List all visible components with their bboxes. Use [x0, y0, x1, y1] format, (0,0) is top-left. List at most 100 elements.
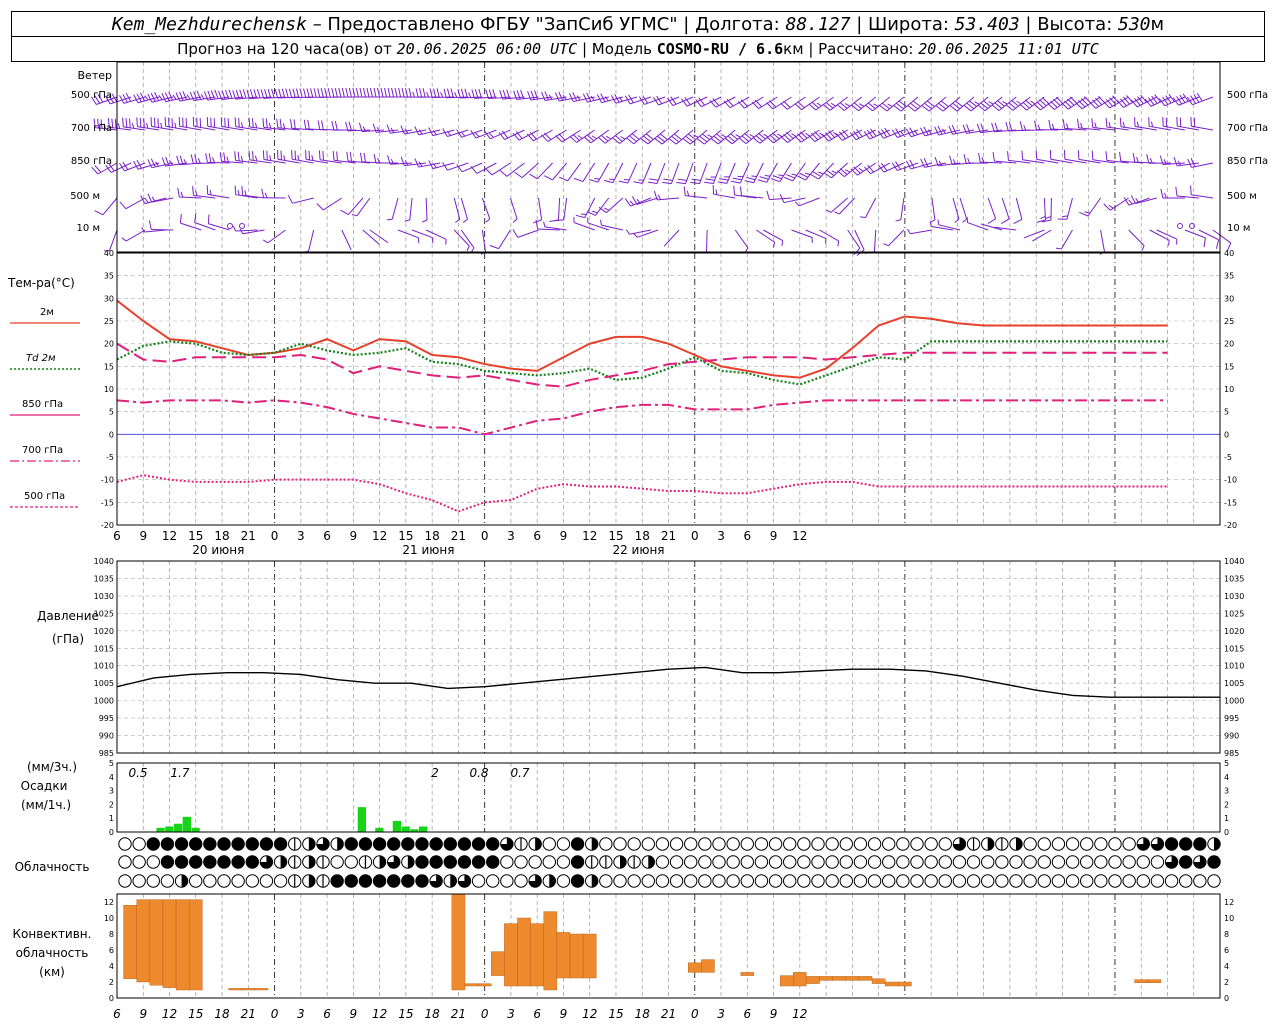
precip-tick-right: 3 [1224, 787, 1229, 796]
wind-barb-feather [987, 218, 996, 225]
cloud-cover-symbol [330, 855, 344, 869]
wind-barb [346, 151, 370, 164]
wind-barb-feather [663, 178, 673, 181]
cloud-cover-symbol [924, 837, 938, 851]
wind-barb-feather [391, 87, 395, 98]
wind-barb [443, 88, 469, 99]
wind-barb-staff [756, 229, 775, 243]
cloud-half [591, 837, 598, 851]
wind-barb-feather [1119, 151, 1122, 162]
wind-barb-staff [601, 224, 623, 231]
wind-barb-feather [240, 155, 244, 162]
cloud-cover-symbol [910, 874, 924, 888]
wind-barb-feather [905, 160, 912, 170]
time-tick-label: 12 [582, 529, 597, 543]
wind-barb-feather [873, 103, 879, 107]
cloud-cover-symbol [231, 837, 245, 851]
wind-barb-feather [770, 178, 780, 183]
cloud-cover-symbol [599, 855, 613, 869]
wind-barb [1198, 229, 1220, 249]
cloud-circle [754, 837, 769, 851]
conv-title-2: облачность [16, 946, 89, 960]
wind-barb-feather [172, 94, 177, 100]
wind-barb-feather [240, 122, 244, 128]
wind-barb-staff [567, 162, 582, 182]
cloud-cover-symbol [627, 837, 641, 851]
cloud-cover-symbol [811, 837, 825, 851]
cloud-circle [203, 837, 217, 851]
cloud-circle [811, 855, 825, 869]
wind-barb [1075, 96, 1101, 110]
wind-barb-feather [455, 218, 461, 223]
cloud-cover-symbol [372, 855, 387, 869]
wind-barb-feather [310, 88, 314, 98]
cloud-circle [740, 855, 754, 869]
wind-barb [895, 197, 905, 222]
wind-barb-feather [705, 178, 715, 181]
cloud-cover-symbol [1150, 837, 1165, 851]
cloud-cover-symbol [344, 874, 358, 888]
temp-tick-right: 25 [1224, 317, 1234, 326]
cloud-cover-symbol [1108, 874, 1122, 888]
pressure-tick-left: 1040 [94, 557, 114, 566]
cloud-cover-symbol [924, 855, 938, 869]
wind-barb-staff [910, 229, 933, 235]
time-tick-label: 18 [425, 529, 440, 543]
cloud-cover-symbol [1037, 874, 1051, 888]
temp-tick-right: 40 [1224, 249, 1234, 258]
wind-barb [1128, 229, 1145, 251]
cloud-cover-symbol [302, 874, 316, 888]
cloud-circle [981, 855, 995, 869]
cloud-cover-symbol [1051, 837, 1066, 851]
conv-bar [556, 932, 571, 979]
pressure-tick-right: 1035 [1224, 574, 1244, 583]
wind-barb-feather [421, 219, 428, 223]
cloud-cover-symbol [429, 837, 443, 851]
cloud-circle [1193, 837, 1207, 851]
cloud-cover-symbol [669, 837, 684, 851]
conv-tick-right: 4 [1224, 962, 1229, 971]
wind-barb-feather [558, 91, 563, 101]
cloud-cover-symbol [783, 855, 797, 869]
time-tick-label: 6 [533, 529, 541, 543]
wind-barb-feather [239, 228, 244, 234]
wind-barb [288, 88, 314, 99]
cloud-cover-symbol [1065, 855, 1080, 869]
wind-barb [695, 96, 722, 108]
cloud-cover-symbol [1179, 837, 1193, 851]
time-tick-label: 15 [398, 529, 413, 543]
time-tick-label: 9 [560, 529, 568, 543]
pressure-tick-right: 1025 [1224, 609, 1244, 618]
cloud-cover-symbol [1136, 855, 1150, 869]
bottom-time-tick: 9 [560, 1007, 568, 1021]
wind-barb-feather [418, 129, 423, 135]
cloud-circle [217, 855, 231, 869]
wind-barb-feather [262, 118, 265, 128]
wind-barb-staff [453, 197, 461, 220]
wind-barb-feather [276, 118, 279, 128]
time-tick-label: 3 [507, 529, 515, 543]
precip-bar [375, 827, 384, 832]
cloud-circle [118, 855, 132, 869]
wind-barb [1186, 93, 1214, 106]
conv-unit: (км) [39, 965, 65, 979]
wind-barb-feather [316, 203, 324, 211]
cloud-circle [655, 874, 670, 888]
wind-barb-feather [1141, 245, 1145, 251]
cloud-circle [768, 855, 783, 869]
conv-tick-right: 2 [1224, 978, 1229, 987]
cloud-cover-symbol [995, 837, 1009, 851]
precip-unit-top: (мм/3ч.) [27, 760, 77, 774]
cloud-circle [599, 837, 613, 851]
cloud-circle [1207, 874, 1221, 888]
time-tick-label: 6 [113, 529, 121, 543]
cloud-circle [1150, 855, 1165, 869]
calm-wind-circle [227, 223, 233, 229]
cloud-circle [613, 874, 627, 888]
cloud-circle [1037, 874, 1051, 888]
wind-barb-staff [819, 229, 839, 242]
wind-barb [589, 162, 610, 183]
wind-barb-feather [289, 119, 293, 129]
wind-barb-feather [735, 134, 741, 138]
cloud-circle [132, 837, 146, 851]
